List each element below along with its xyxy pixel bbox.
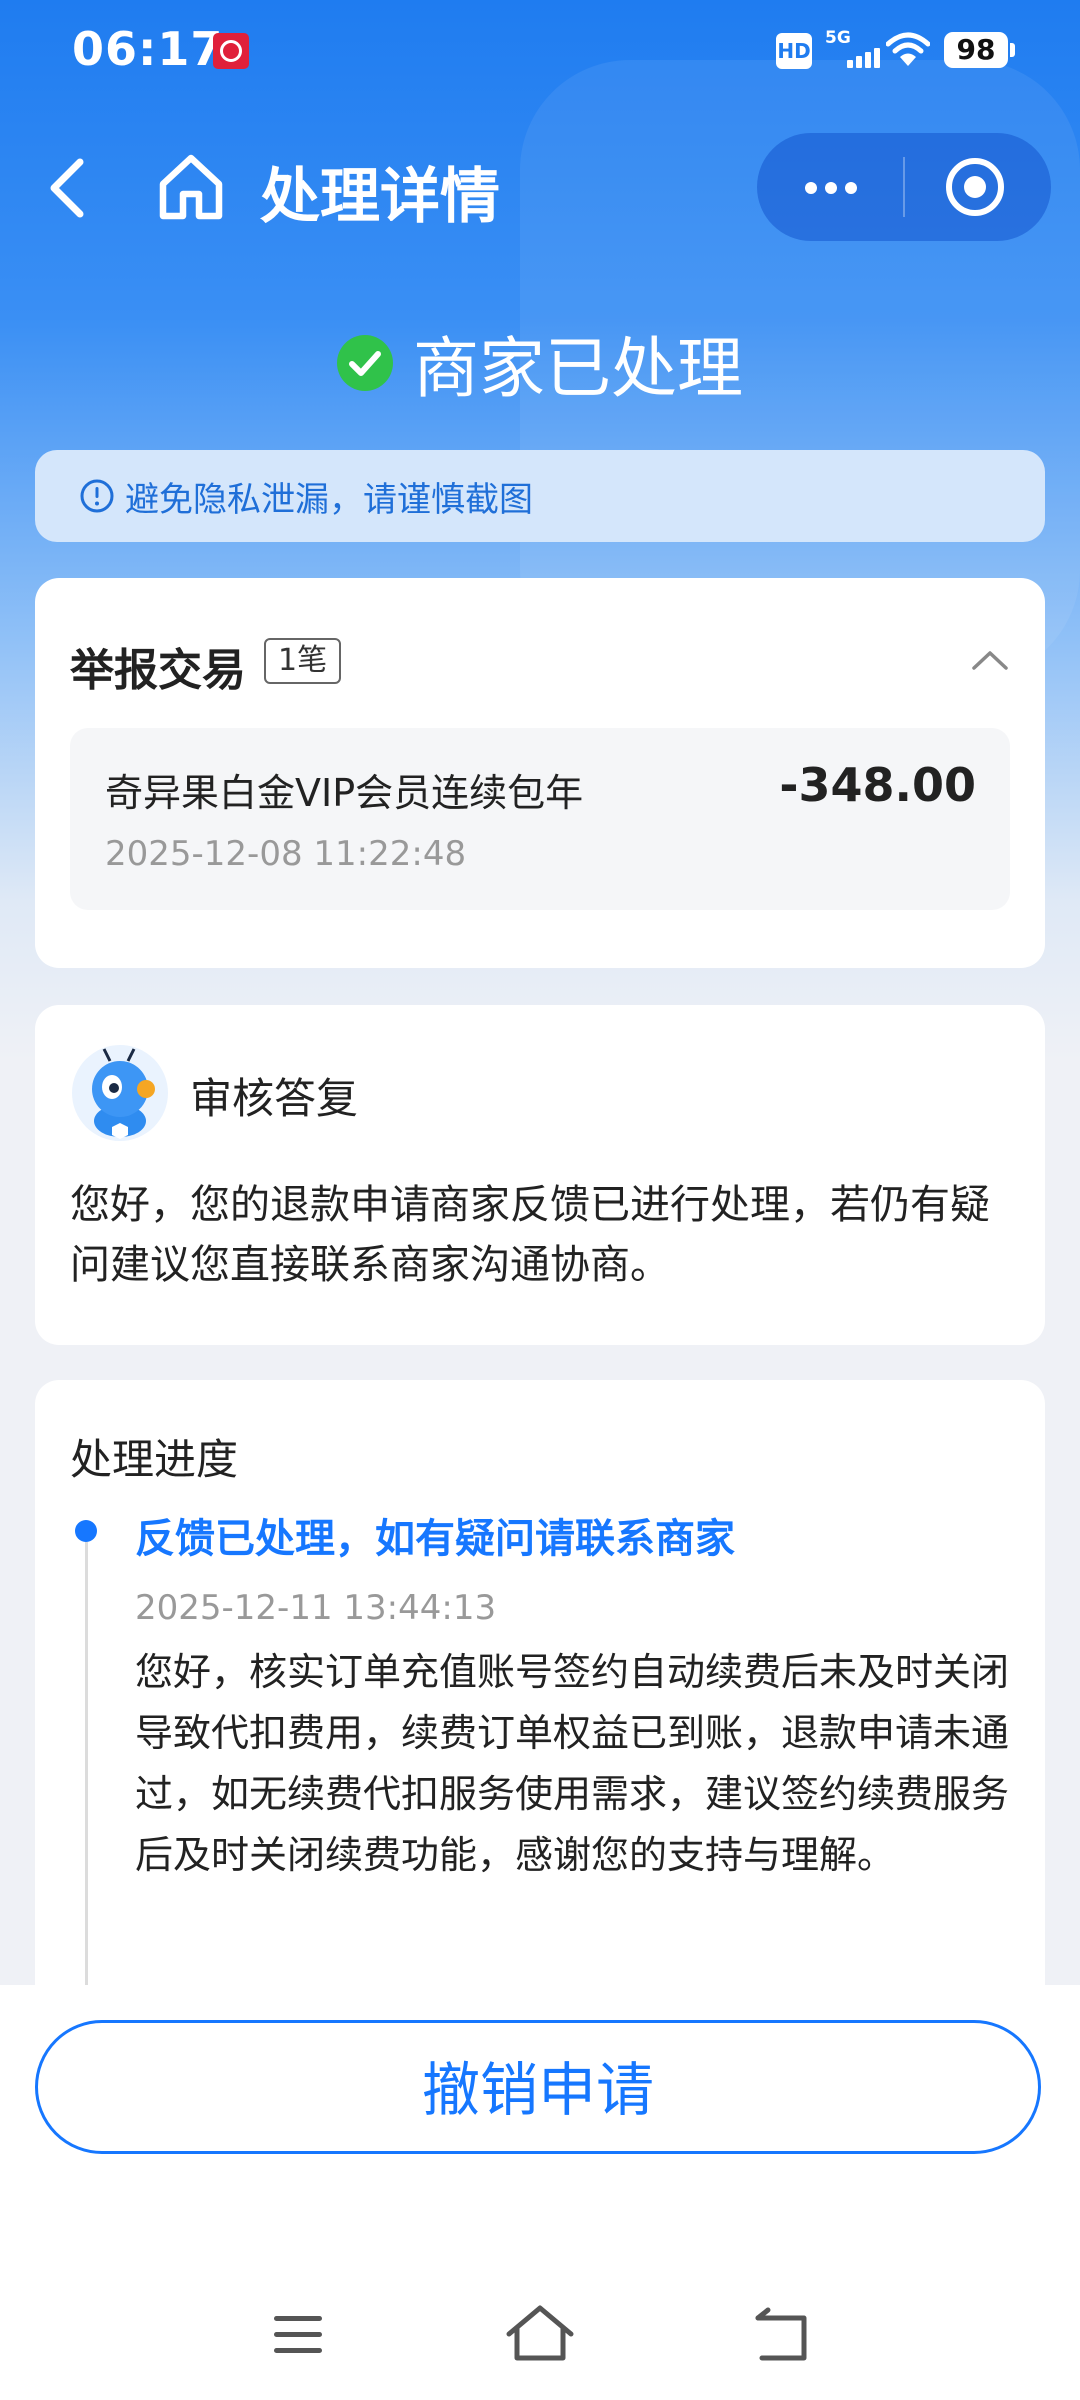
menu-icon[interactable] [268,2300,328,2370]
chevron-up-icon[interactable] [970,640,1010,680]
transaction-amount: -348.00 [779,758,976,812]
network-type: 5G [825,28,851,48]
target-close-icon [946,158,1004,216]
check-circle-icon [337,335,393,391]
timeline-dot [75,1520,97,1542]
progress-step-time: 2025-12-11 13:44:13 [135,1588,497,1628]
status-bar: 06:17 HD 5G 98 [0,0,1080,100]
privacy-notice: 避免隐私泄漏，请谨慎截图 [35,450,1045,542]
transaction-time: 2025-12-08 11:22:48 [105,834,467,874]
reply-body: 您好，您的退款申请商家反馈已进行处理，若仍有疑问建议您直接联系商家沟通协商。 [70,1182,990,1288]
notice-text: 避免隐私泄漏，请谨慎截图 [125,480,533,520]
info-circle-icon [80,479,114,513]
bank-app-icon [213,33,249,69]
progress-step-body: 您好，核实订单充值账号签约自动续费后未及时关闭导致代扣费用，续费订单权益已到账，… [135,1650,1010,1877]
transaction-count-badge: 1笔 [264,638,342,684]
more-button[interactable] [757,133,903,241]
chevron-left-icon [50,158,84,218]
transaction-item[interactable]: 奇异果白金VIP会员连续包年 -348.00 2025-12-08 11:22:… [70,728,1010,910]
reply-title: 审核答复 [190,1074,359,1123]
transaction-name: 奇异果白金VIP会员连续包年 [105,771,584,815]
hd-icon: HD [776,33,812,69]
mini-program-capsule [757,133,1051,241]
progress-title: 处理进度 [70,1435,239,1484]
timeline-line [85,1542,88,2002]
home-icon [159,154,223,220]
page-title: 处理详情 [260,162,500,232]
more-dots-icon [805,182,817,194]
status-text: 商家已处理 [413,330,743,407]
back-arrow-icon[interactable] [748,2300,812,2370]
progress-card: 处理进度 反馈已处理，如有疑问请联系商家 2025-12-11 13:44:13… [35,1380,1045,2080]
robot-avatar-icon [72,1045,168,1141]
review-reply-card: 审核答复 您好，您的退款申请商家反馈已进行处理，若仍有疑问建议您直接联系商家沟通… [35,1005,1045,1345]
cancel-application-button[interactable]: 撤销申请 [35,2020,1041,2154]
home-button[interactable] [155,148,227,224]
report-title: 举报交易 [70,645,246,696]
wifi-icon [885,30,931,70]
capsule-divider [903,157,905,217]
more-dot [825,182,837,194]
report-transaction-card: 举报交易 1笔 奇异果白金VIP会员连续包年 -348.00 2025-12-0… [35,578,1045,968]
more-dot [845,182,857,194]
home-outline-icon[interactable] [503,2300,577,2370]
back-button[interactable] [40,150,96,226]
battery-icon: 98 [944,32,1015,68]
progress-step-title: 反馈已处理，如有疑问请联系商家 [135,1516,735,1562]
process-status: 商家已处理 [0,315,1080,411]
status-time: 06:17 [72,22,224,76]
close-miniprogram-button[interactable] [943,155,1007,219]
signal-icon: 5G [825,28,887,70]
